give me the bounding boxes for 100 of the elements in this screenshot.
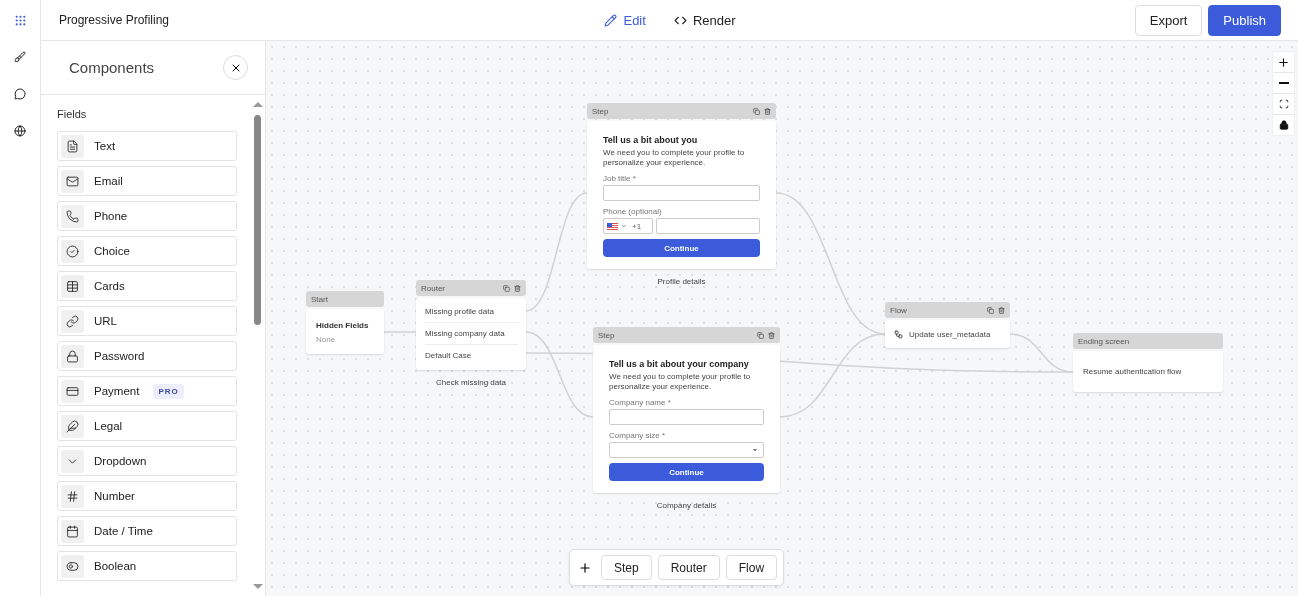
dropdown-icon — [61, 449, 84, 473]
flow-action: Update user_metadata — [909, 329, 991, 339]
delete-icon[interactable] — [998, 306, 1005, 314]
field-label: Phone (optional) — [603, 207, 663, 216]
node-card[interactable]: Resume authentication flow — [1073, 351, 1223, 392]
publish-button[interactable]: Publish — [1208, 4, 1281, 36]
url-icon — [61, 309, 84, 333]
mode-tab[interactable]: Edit — [604, 12, 646, 28]
add-button[interactable] — [578, 560, 592, 575]
field-label: Company name * — [609, 398, 672, 407]
node-header[interactable]: Start — [306, 291, 384, 307]
form-title: Tell us a bit about you — [603, 135, 699, 145]
node-value: None — [316, 335, 337, 344]
minus-icon — [1278, 82, 1289, 84]
pro-badge: PRO — [153, 383, 184, 399]
dial-code: +1 — [632, 221, 642, 231]
continue-button[interactable]: Continue — [603, 239, 760, 257]
component-item[interactable]: Date / Time — [57, 516, 237, 546]
node-caption: Profile details — [657, 277, 706, 286]
copy-icon[interactable] — [987, 306, 994, 314]
component-item[interactable]: Cards — [57, 271, 237, 301]
node-header[interactable]: Router — [416, 280, 526, 296]
node-header[interactable]: Flow — [885, 302, 1010, 318]
text-icon — [61, 134, 84, 158]
node-type: Start — [311, 294, 328, 304]
delete-icon[interactable] — [764, 107, 771, 115]
route-label: Missing profile data — [425, 301, 518, 323]
form-description: We need you to complete your profile to personalize your experience. — [609, 372, 752, 392]
caret-icon — [752, 447, 758, 453]
payment-icon — [61, 379, 84, 403]
node-card[interactable]: Hidden Fields None — [306, 309, 384, 354]
component-item[interactable]: Phone — [57, 201, 237, 231]
add-node-button[interactable]: Flow — [725, 555, 778, 580]
continue-button[interactable]: Continue — [609, 463, 764, 481]
ending-action: Resume authentication flow — [1083, 367, 1182, 376]
component-item[interactable]: Boolean — [57, 551, 237, 581]
zoom-out-button[interactable] — [1273, 73, 1294, 93]
node-type: Step — [598, 330, 615, 340]
copy-icon[interactable] — [753, 107, 760, 115]
delete-icon[interactable] — [768, 331, 775, 339]
delete-icon[interactable] — [514, 284, 521, 292]
node-type: Flow — [890, 305, 907, 315]
plus-icon — [1277, 55, 1290, 69]
zoom-in-button[interactable] — [1273, 52, 1294, 72]
route-label: Default Case — [425, 350, 473, 362]
number-icon — [61, 484, 84, 508]
route-label: Missing company data — [425, 323, 518, 345]
component-item[interactable]: Email — [57, 166, 237, 196]
component-item[interactable]: Legal — [57, 411, 237, 441]
scrollbar-thumb[interactable] — [254, 115, 261, 325]
copy-icon[interactable] — [757, 331, 764, 339]
field-label: Job title * — [603, 174, 637, 183]
node-type: Ending screen — [1078, 336, 1130, 346]
component-item[interactable]: Text — [57, 131, 237, 161]
form-description: We need you to complete your profile to personalize your experience. — [603, 148, 746, 168]
component-item[interactable]: Payment PRO — [57, 376, 237, 406]
country-select[interactable]: +1 — [603, 218, 653, 234]
component-item[interactable]: URL — [57, 306, 237, 336]
node-title: Hidden Fields — [316, 321, 370, 330]
field-label: Company size * — [609, 431, 667, 440]
add-node-button[interactable]: Step — [601, 555, 652, 580]
input-field[interactable] — [609, 409, 764, 425]
flag-icon — [607, 222, 618, 230]
password-icon — [61, 344, 84, 368]
node-card[interactable]: Missing profile data Missing company data Default Case — [416, 298, 526, 370]
choice-icon — [61, 239, 84, 263]
form-title: Tell us a bit about your company — [609, 359, 750, 369]
component-item[interactable]: Dropdown — [57, 446, 237, 476]
node-header[interactable]: Step — [587, 103, 776, 119]
component-item[interactable]: Password — [57, 341, 237, 371]
export-button[interactable]: Export — [1134, 4, 1203, 36]
legal-icon — [61, 414, 84, 438]
node-type: Step — [592, 106, 609, 116]
chevron-icon — [621, 223, 627, 229]
pencil-icon — [604, 13, 618, 27]
component-item[interactable]: Choice — [57, 236, 237, 266]
node-header[interactable]: Ending screen — [1073, 333, 1223, 349]
email-icon — [61, 169, 84, 193]
input-field[interactable] — [603, 185, 760, 201]
app-title: Progressive Profiling — [59, 13, 171, 27]
select-field[interactable] — [609, 442, 764, 458]
lock-icon — [1278, 120, 1289, 130]
panel-title: Components — [69, 59, 155, 76]
section-label: Fields — [57, 108, 88, 120]
node-header[interactable]: Step — [593, 327, 780, 343]
node-type: Router — [421, 283, 445, 293]
copy-icon[interactable] — [503, 284, 510, 292]
date-icon — [61, 519, 84, 543]
lock-button[interactable] — [1273, 115, 1294, 135]
phone-input[interactable] — [656, 218, 760, 234]
node-card[interactable]: Update user_metadata — [885, 320, 1010, 348]
cards-icon — [61, 274, 84, 298]
node-caption: Check missing data — [436, 378, 506, 387]
fit-view-button[interactable] — [1273, 94, 1294, 114]
mode-tab[interactable]: Render — [673, 12, 736, 28]
node-card[interactable]: Tell us a bit about you We need you to complete your profile to personalize your experience. Job title * Phone (optional) +1 Continue — [587, 121, 776, 269]
node-card[interactable]: Tell us a bit about your company We need you to complete your profile to personalize your experience. Company name * Company size * Continue — [593, 345, 780, 493]
add-node-button[interactable]: Router — [657, 555, 720, 580]
component-item[interactable]: Number — [57, 481, 237, 511]
boolean-icon — [61, 554, 84, 578]
